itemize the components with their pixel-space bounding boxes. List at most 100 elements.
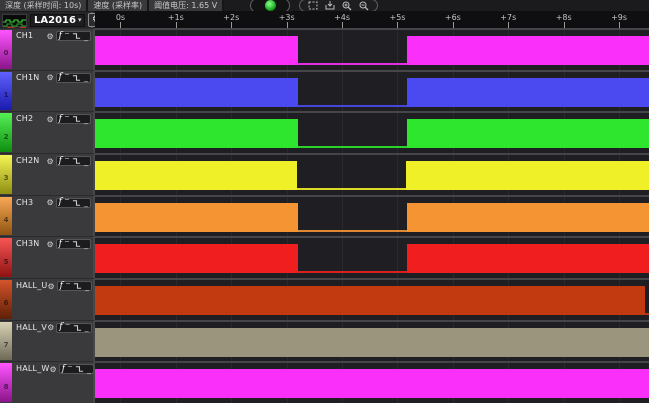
channel-wave-lane[interactable] — [95, 195, 649, 237]
frequency-icon[interactable]: f — [59, 198, 62, 207]
falling-edge-trigger-icon[interactable] — [72, 74, 81, 82]
device-name: LA2016 — [34, 15, 76, 26]
high-level-trigger-icon[interactable]: ‾ — [66, 325, 70, 330]
channel-gear-icon[interactable]: ⚙ — [47, 282, 54, 291]
channel-gear-icon[interactable]: ⚙ — [47, 323, 54, 332]
high-level-trigger-icon[interactable]: ‾ — [65, 242, 69, 247]
threshold-voltage-info: 阈值电压: 1.65 V — [149, 0, 224, 11]
channel-row: 6 HALL_U ⚙ f ‾ _ — [0, 278, 649, 320]
wave-segment-low — [298, 146, 407, 148]
device-selector-row: LA2016 ▾ ⚙ — [0, 12, 93, 28]
time-ruler[interactable]: 0s+1s+2s+3s+4s+5s+6s+7s+8s+9s — [95, 11, 649, 28]
ruler-tick-label: +2s — [223, 13, 239, 22]
trigger-chip: f ‾ _ — [56, 156, 91, 166]
wave-segment-high — [95, 369, 649, 398]
high-level-trigger-icon[interactable]: ‾ — [65, 200, 69, 205]
frequency-icon[interactable]: f — [59, 157, 62, 166]
frequency-icon[interactable]: f — [59, 32, 62, 41]
channel-color-stripe: 0 — [0, 30, 12, 69]
low-level-trigger-icon[interactable]: _ — [84, 155, 88, 168]
channel-row: 4 CH3 ⚙ f ‾ _ — [0, 195, 649, 237]
wave-segment-high — [95, 286, 645, 315]
frequency-icon[interactable]: f — [59, 115, 62, 124]
channel-label: HALL_W — [16, 364, 50, 373]
channel-header: 6 HALL_U ⚙ f ‾ _ — [0, 278, 95, 320]
channel-color-stripe: 7 — [0, 322, 12, 361]
trigger-chip: f ‾ _ — [57, 281, 92, 291]
waveform-area: 0 CH1 ⚙ f ‾ _ — [0, 28, 649, 403]
channel-gear-icon[interactable]: ⚙ — [50, 365, 57, 374]
low-level-trigger-icon[interactable]: _ — [84, 113, 88, 126]
channel-label: HALL_U — [16, 281, 47, 290]
channel-header: 1 CH1N ⚙ f ‾ _ — [0, 70, 95, 112]
high-level-trigger-icon[interactable]: ‾ — [65, 34, 69, 39]
trigger-chip: f ‾ _ — [56, 114, 91, 124]
export-icon[interactable] — [325, 1, 335, 10]
channel-wave-lane[interactable] — [95, 236, 649, 278]
wave-segment-high — [95, 244, 298, 273]
falling-edge-trigger-icon[interactable] — [72, 115, 81, 123]
falling-edge-trigger-icon[interactable] — [72, 199, 81, 207]
marquee-select-icon[interactable] — [308, 1, 318, 10]
low-level-trigger-icon[interactable]: _ — [84, 71, 88, 84]
channel-color-stripe: 6 — [0, 280, 12, 319]
wave-segment-high — [407, 244, 649, 273]
channel-gear-icon[interactable]: ⚙ — [46, 240, 53, 249]
high-level-trigger-icon[interactable]: ‾ — [65, 75, 69, 80]
low-level-trigger-icon[interactable]: _ — [87, 363, 91, 376]
chevron-down-icon: ▾ — [78, 15, 82, 26]
channel-gear-icon[interactable]: ⚙ — [46, 198, 53, 207]
frequency-icon[interactable]: f — [59, 323, 62, 332]
ruler-tick-label: +5s — [389, 13, 405, 22]
ruler-tick-label: 0s — [116, 13, 125, 22]
falling-edge-trigger-icon[interactable] — [72, 32, 81, 40]
trigger-chip: f ‾ _ — [56, 323, 91, 333]
zoom-in-icon[interactable] — [342, 1, 352, 11]
falling-edge-trigger-icon[interactable] — [73, 324, 82, 332]
channel-wave-lane[interactable] — [95, 361, 649, 403]
channel-wave-lane[interactable] — [95, 278, 649, 320]
channel-row: 8 HALL_W ⚙ f ‾ _ — [0, 361, 649, 403]
channel-row: 3 CH2N ⚙ f ‾ _ — [0, 153, 649, 195]
falling-edge-trigger-icon[interactable] — [75, 365, 84, 373]
channel-wave-lane[interactable] — [95, 153, 649, 195]
high-level-trigger-icon[interactable]: ‾ — [65, 159, 69, 164]
channel-wave-lane[interactable] — [95, 70, 649, 112]
low-level-trigger-icon[interactable]: _ — [84, 238, 88, 251]
frequency-icon[interactable]: f — [59, 240, 62, 249]
falling-edge-trigger-icon[interactable] — [72, 240, 81, 248]
channel-number: 2 — [0, 133, 12, 141]
channel-number: 5 — [0, 258, 12, 266]
channel-gear-icon[interactable]: ⚙ — [46, 115, 53, 124]
sample-rate-info: 速度 (采样率) — [88, 0, 149, 11]
channel-gear-icon[interactable]: ⚙ — [46, 157, 53, 166]
low-level-trigger-icon[interactable]: _ — [84, 30, 88, 43]
device-dropdown[interactable]: LA2016 ▾ — [30, 14, 85, 27]
channel-color-stripe: 2 — [0, 113, 12, 152]
low-level-trigger-icon[interactable]: _ — [85, 321, 89, 334]
falling-edge-trigger-icon[interactable] — [73, 282, 82, 290]
falling-edge-trigger-icon[interactable] — [72, 157, 81, 165]
trigger-chip: f ‾ _ — [56, 239, 91, 249]
frequency-icon[interactable]: f — [60, 282, 63, 291]
frequency-icon[interactable]: f — [62, 365, 65, 374]
high-level-trigger-icon[interactable]: ‾ — [66, 284, 70, 289]
frequency-icon[interactable]: f — [59, 73, 62, 82]
low-level-trigger-icon[interactable]: _ — [84, 196, 88, 209]
channel-wave-lane[interactable] — [95, 111, 649, 153]
channel-wave-lane[interactable] — [95, 320, 649, 362]
low-level-trigger-icon[interactable]: _ — [85, 280, 89, 293]
high-level-trigger-icon[interactable]: ‾ — [65, 117, 69, 122]
ruler-tick-label: +1s — [168, 13, 184, 22]
channel-color-stripe: 4 — [0, 197, 12, 236]
ruler-tick-label: +4s — [334, 13, 350, 22]
high-level-trigger-icon[interactable]: ‾ — [68, 367, 72, 372]
channel-gear-icon[interactable]: ⚙ — [46, 32, 53, 41]
channel-row: 2 CH2 ⚙ f ‾ _ — [0, 111, 649, 153]
channel-gear-icon[interactable]: ⚙ — [46, 73, 53, 82]
channel-wave-lane[interactable] — [95, 28, 649, 70]
channel-number: 3 — [0, 174, 12, 182]
zoom-out-icon[interactable] — [359, 1, 369, 11]
trigger-chip: f ‾ _ — [56, 31, 91, 41]
channel-label: CH2N — [16, 156, 39, 165]
